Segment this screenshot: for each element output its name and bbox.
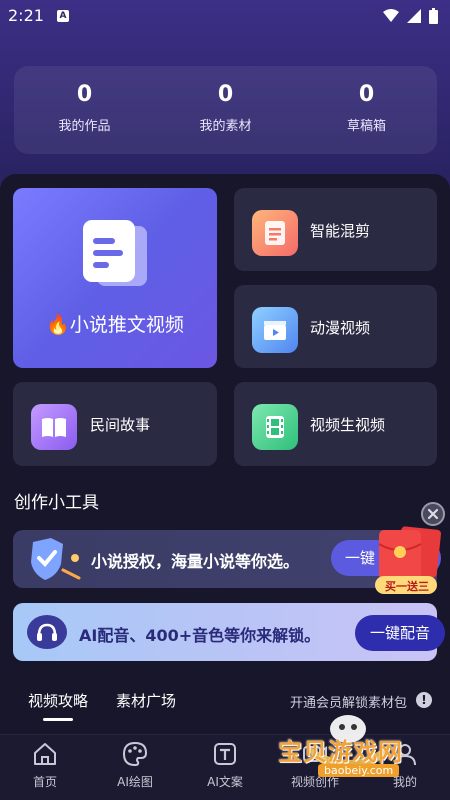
home-icon	[34, 743, 56, 765]
stat-label: 草稿箱	[346, 119, 386, 134]
video-gen-label: 视频生视频	[310, 416, 386, 434]
stat-label: 我的素材	[199, 119, 252, 134]
status-icons	[383, 8, 438, 24]
close-icon[interactable]	[421, 502, 445, 526]
video-gen-card[interactable]: 视频生视频	[234, 382, 437, 466]
anime-video-card[interactable]: 动漫视频	[234, 285, 437, 368]
novel-video-label: 🔥小说推文视频	[46, 314, 184, 336]
text-box-icon	[214, 743, 236, 765]
anime-video-label: 动漫视频	[310, 319, 371, 337]
tab-underline	[43, 718, 73, 721]
nav-label: AI文案	[207, 775, 243, 789]
document-icon	[83, 220, 147, 286]
novel-license-text: 小说授权，海量小说等你选。	[91, 552, 300, 571]
book-icon	[31, 404, 77, 450]
smart-mix-label: 智能混剪	[310, 222, 371, 240]
tools-section-title: 创作小工具	[14, 493, 99, 513]
ai-voice-banner[interactable]: AI配音、400+音色等你来解锁。 一键配音	[13, 603, 445, 661]
headphones-icon	[27, 615, 67, 649]
stat-value: 0	[217, 82, 234, 107]
status-time: 2:21	[8, 6, 44, 25]
red-packet-label: 买一送三	[385, 580, 429, 593]
red-packet-promo[interactable]: 买一送三	[373, 526, 442, 596]
nav-home[interactable]: 首页	[0, 735, 90, 800]
ai-voice-text: AI配音、400+音色等你来解锁。	[79, 626, 321, 645]
novel-video-card[interactable]: 🔥小说推文视频	[13, 188, 217, 368]
stat-works[interactable]: 0 我的作品	[14, 66, 155, 154]
watermark-url: baobeiy.com	[318, 764, 400, 777]
stat-materials[interactable]: 0 我的素材	[155, 66, 296, 154]
stat-label: 我的作品	[58, 119, 111, 134]
nav-ai-copy[interactable]: AI文案	[180, 735, 270, 800]
tab-video-guide[interactable]: 视频攻略	[28, 690, 88, 711]
signal-icon	[407, 9, 421, 23]
smart-mix-card[interactable]: 智能混剪	[234, 188, 437, 271]
stat-value: 0	[76, 82, 93, 107]
ai-voice-button[interactable]: 一键配音	[355, 615, 445, 651]
stats-panel: 0 我的作品 0 我的素材 0 草稿箱	[14, 66, 437, 154]
watermark-text: 宝贝游戏网	[278, 738, 403, 766]
status-bar: 2:21 A	[0, 0, 450, 32]
nav-ai-draw[interactable]: AI绘图	[90, 735, 180, 800]
film-strip-icon	[252, 404, 298, 450]
nav-label: AI绘图	[117, 775, 153, 789]
tab-material-square[interactable]: 素材广场	[116, 690, 176, 711]
stat-drafts[interactable]: 0 草稿箱	[296, 66, 437, 154]
palette-icon	[122, 741, 148, 767]
wifi-icon	[383, 9, 399, 22]
nav-label: 首页	[32, 775, 57, 789]
folk-story-label: 民间故事	[90, 416, 151, 434]
clapperboard-icon	[252, 307, 298, 353]
stat-value: 0	[358, 82, 375, 107]
notification-a-icon: A	[57, 10, 69, 22]
shield-icon	[31, 538, 81, 580]
scissors-doc-icon	[252, 210, 298, 256]
battery-icon	[429, 8, 438, 24]
folk-story-card[interactable]: 民间故事	[13, 382, 217, 466]
